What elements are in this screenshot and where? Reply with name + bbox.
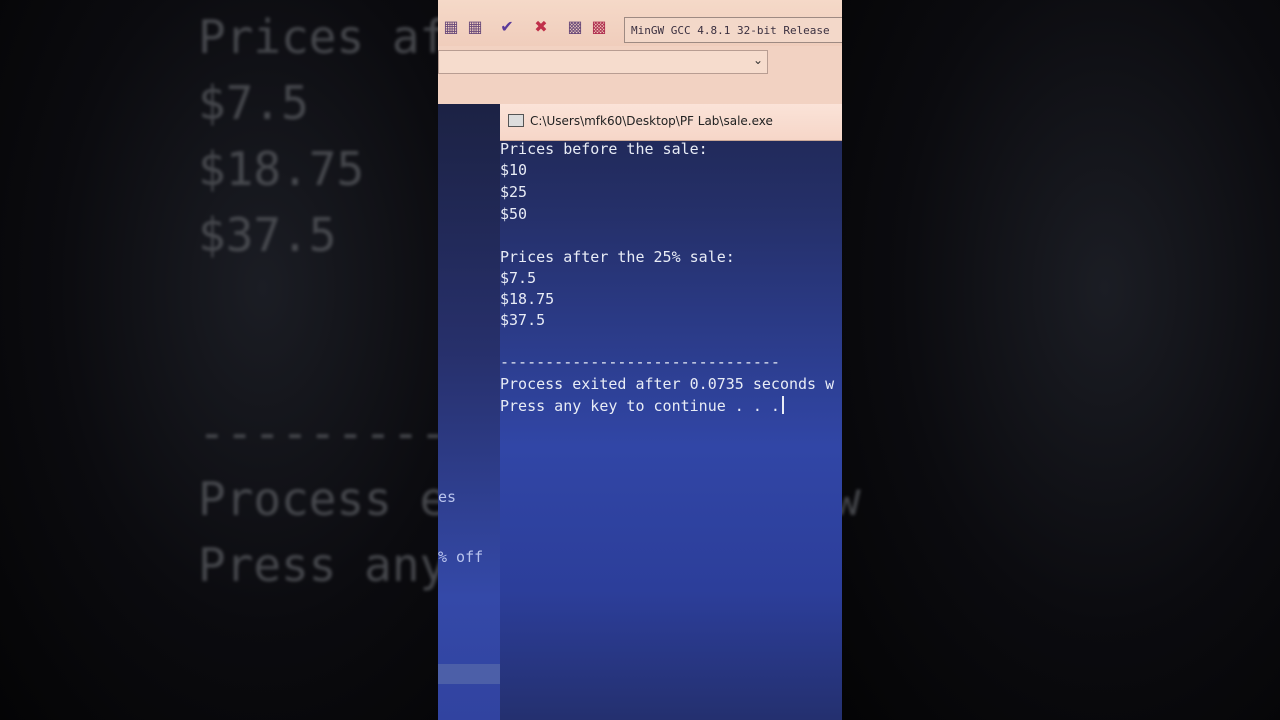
console-line: $50 xyxy=(500,205,528,223)
console-separator: ------------------------------- xyxy=(500,353,780,371)
chevron-down-icon: ⌄ xyxy=(752,53,763,67)
bar-chart-x-icon[interactable]: ▩ xyxy=(590,18,608,36)
blurred-console-text: Prices after the 25% sale: $7.5 $18.75 $… xyxy=(198,10,438,592)
pane-text-fragment: % off xyxy=(438,548,484,566)
console-line: $25 xyxy=(500,183,528,201)
console-line: Prices before the sale: xyxy=(500,140,708,158)
ide-left-pane: es % off xyxy=(438,104,500,720)
close-icon[interactable]: ✖ xyxy=(532,18,550,36)
bar-chart-icon[interactable]: ▩ xyxy=(566,18,584,36)
console-output: Prices before the sale: $10 $25 $50 Pric… xyxy=(500,140,842,720)
console-app-icon xyxy=(508,114,524,127)
console-prompt-text: Press any key to continue . . . xyxy=(500,397,780,415)
console-line: Process exited after 0.0735 seconds w xyxy=(500,375,835,393)
console-line: $7.5 xyxy=(500,269,537,287)
pane-scrollbar[interactable] xyxy=(438,664,500,684)
check-icon[interactable]: ✔ xyxy=(498,18,516,36)
screen-photo: ▦ ▦ ✔ ✖ ▩ ▩ MinGW GCC 4.8.1 32-bit Relea… xyxy=(438,0,842,720)
compiler-select[interactable]: MinGW GCC 4.8.1 32-bit Release xyxy=(624,17,842,43)
scope-dropdown[interactable]: ⌄ xyxy=(438,50,768,74)
console-window-titlebar[interactable]: C:\Users\mfk60\Desktop\PF Lab\sale.exe xyxy=(500,104,842,141)
console-window-title: C:\Users\mfk60\Desktop\PF Lab\sale.exe xyxy=(530,114,773,128)
console-line: $10 xyxy=(500,161,528,179)
console-line: Prices after the 25% sale: xyxy=(500,248,735,266)
blurred-background-right: Prices after the 25% sale: $7.5 $18.75 $… xyxy=(842,0,1280,720)
console-line: $37.5 xyxy=(500,311,546,329)
ide-combo-area: ⌄ xyxy=(438,46,842,104)
blurred-console-text: Prices after the 25% sale: $7.5 $18.75 $… xyxy=(842,472,861,526)
text-cursor xyxy=(781,396,784,414)
pane-text-fragment: es xyxy=(438,488,457,506)
console-line: $18.75 xyxy=(500,290,555,308)
ide-toolbar: ▦ ▦ ✔ ✖ ▩ ▩ MinGW GCC 4.8.1 32-bit Relea… xyxy=(438,0,842,47)
blurred-background-left: Prices after the 25% sale: $7.5 $18.75 $… xyxy=(0,0,438,720)
grid-icon[interactable]: ▦ xyxy=(466,18,484,36)
grid-icon[interactable]: ▦ xyxy=(442,18,460,36)
console-prompt-line: Press any key to continue . . . xyxy=(500,396,784,415)
